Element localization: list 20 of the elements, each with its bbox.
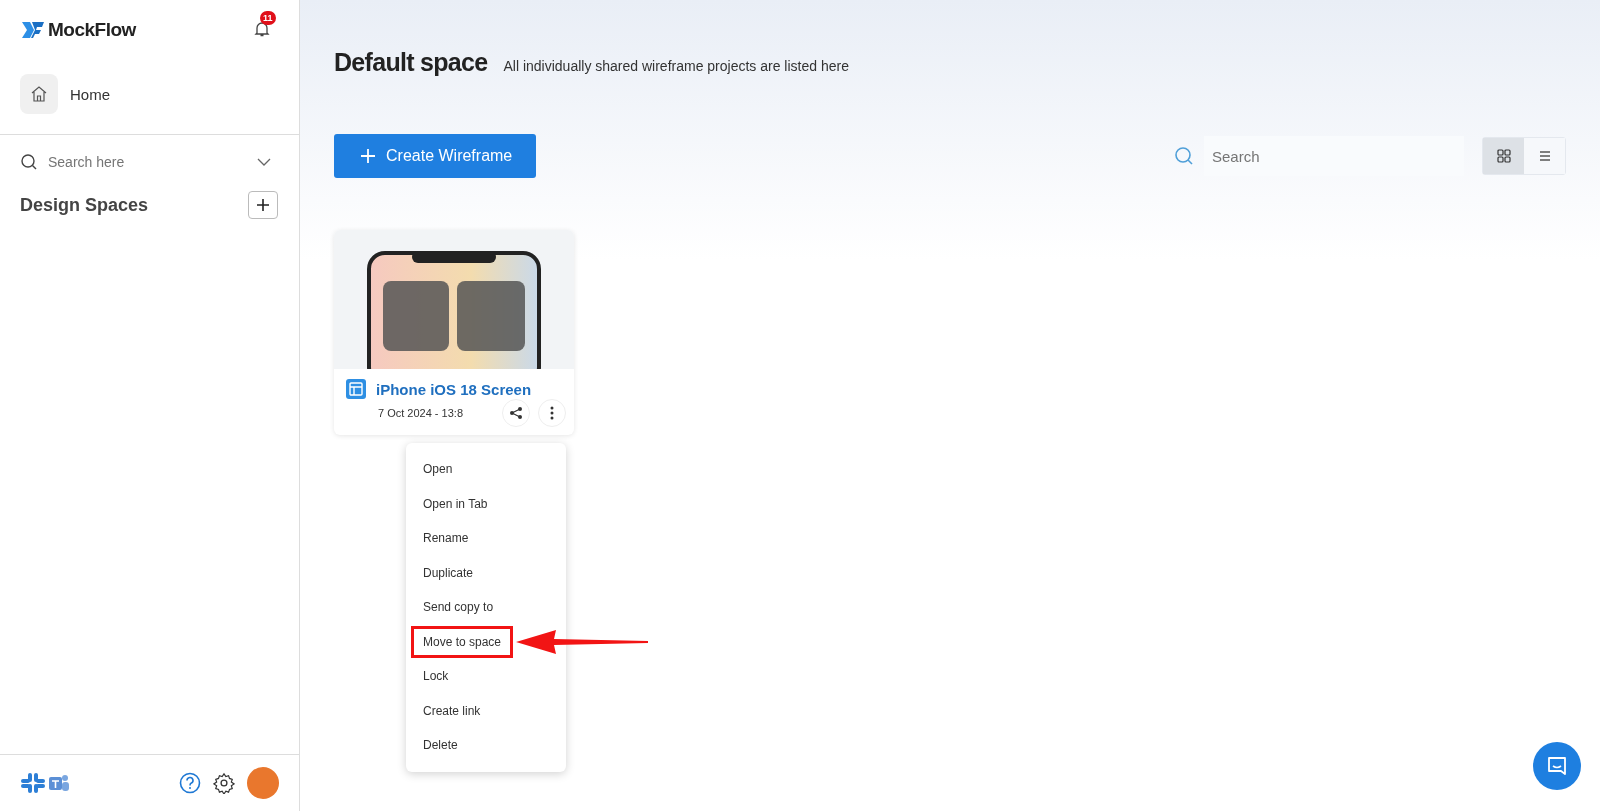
project-date: 7 Oct 2024 - 13:8 <box>378 407 464 419</box>
brand-name: MockFlow <box>48 19 136 41</box>
menu-item[interactable]: Open in Tab <box>411 487 500 520</box>
menu-item[interactable]: Duplicate <box>411 556 486 589</box>
menu-item[interactable]: Create link <box>411 694 493 727</box>
menu-item[interactable]: Delete <box>411 729 470 762</box>
section-title: Design Spaces <box>20 194 149 216</box>
menu-item[interactable]: Move to space <box>411 625 514 658</box>
search-field[interactable]: Search here <box>46 153 249 171</box>
home-item[interactable]: Home <box>0 44 299 134</box>
project-title[interactable]: iPhone iOS 18 Screen <box>376 380 532 398</box>
page-title: Default space <box>334 48 488 77</box>
project-card[interactable]: iPhone iOS 18 Screen 7 Oct 2024 - 13:8 <box>334 230 574 435</box>
menu-item[interactable]: Lock <box>411 660 461 693</box>
menu-item[interactable]: Rename <box>411 522 481 555</box>
menu-item[interactable]: Open <box>411 453 465 486</box>
create-wireframe-button[interactable]: Create Wireframe <box>334 134 537 178</box>
notification-badge: 11 <box>260 10 276 25</box>
page-subtitle: All individually shared wireframe projects are listed here <box>503 58 849 74</box>
menu-item[interactable]: Send copy to <box>411 591 506 624</box>
